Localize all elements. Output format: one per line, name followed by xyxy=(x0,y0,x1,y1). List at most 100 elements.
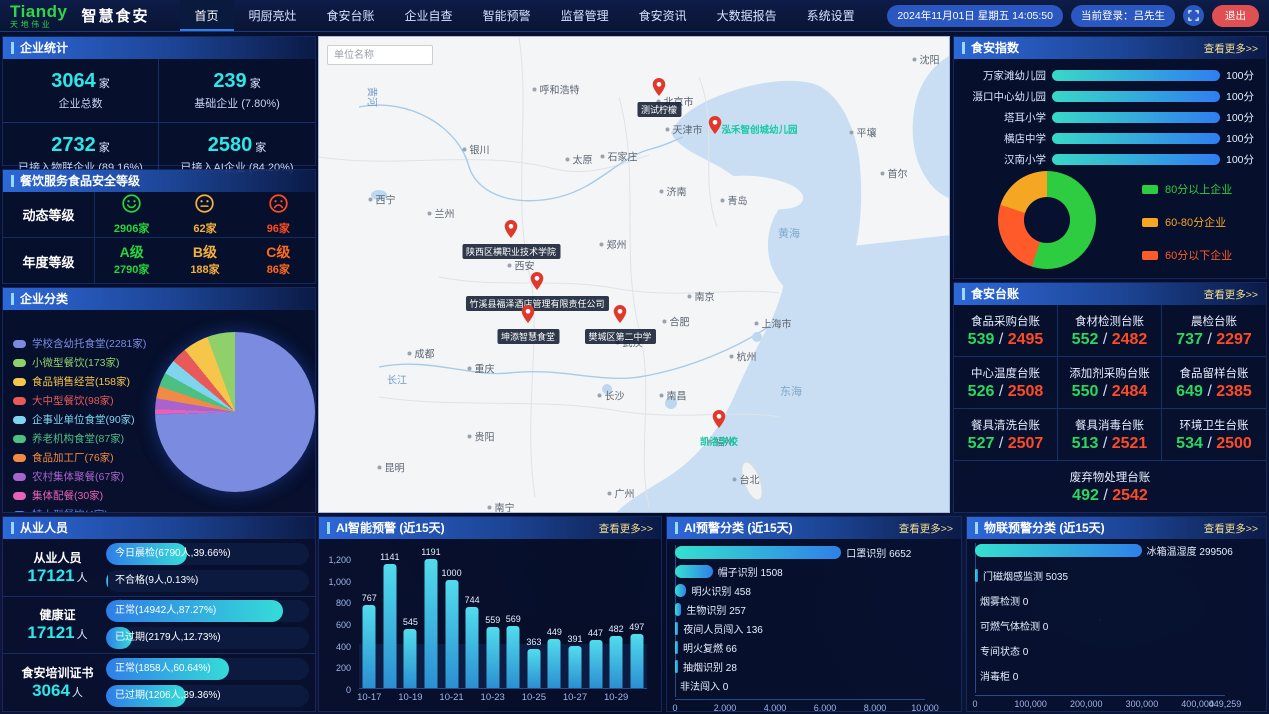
ledger-total-count: 2507 xyxy=(1008,435,1044,452)
hbar-label: 消毒柜 0 xyxy=(980,668,1018,683)
marker-label: 竹溪县福泽酒店管理有限责任公司 xyxy=(465,296,608,311)
view-more-link[interactable]: 查看更多>> xyxy=(1204,521,1258,536)
map-city: 成都 xyxy=(408,346,435,361)
legend-item[interactable]: 养老机构食堂(87家) xyxy=(13,429,146,448)
legend-item[interactable]: 食品销售经营(158家) xyxy=(13,372,146,391)
ledger-cell: 环境卫生台账534 / 2500 xyxy=(1162,409,1266,461)
map-marker[interactable]: 陕西区横职业技术学院 xyxy=(505,220,518,243)
map-marker[interactable]: 凯洛学校 xyxy=(713,410,726,433)
ledger-cell: 餐具清洗台账527 / 2507 xyxy=(954,409,1058,461)
donut-legend-item[interactable]: 80分以上企业 xyxy=(1142,181,1232,197)
legend-item[interactable]: 农村集体聚餐(67家) xyxy=(13,467,146,486)
river-label: 长江 xyxy=(387,372,407,387)
category-pie-chart xyxy=(155,332,315,492)
legend-item[interactable]: 集体配餐(30家) xyxy=(13,486,146,505)
view-more-link[interactable]: 查看更多>> xyxy=(1204,287,1258,302)
nav-tab-9[interactable]: 系统设置 xyxy=(792,0,870,31)
bar-slot: 744 xyxy=(462,559,483,688)
bar-value-label: 767 xyxy=(362,593,377,603)
view-more-link[interactable]: 查看更多>> xyxy=(899,521,953,536)
legend-item[interactable]: 企事业单位食堂(90家) xyxy=(13,410,146,429)
map-city: 重庆 xyxy=(468,361,495,376)
nav-tab-6[interactable]: 监督管理 xyxy=(546,0,624,31)
city-label: 南京 xyxy=(695,289,715,304)
map-marker[interactable]: 樊城区第二中学 xyxy=(614,305,627,328)
fullscreen-button[interactable] xyxy=(1183,5,1204,26)
school-name: 滠口中心幼儿园 xyxy=(962,89,1046,104)
legend-item[interactable]: 大中型餐饮(98家) xyxy=(13,391,146,410)
legend-item[interactable]: 特大型餐饮(4家) xyxy=(13,505,146,512)
legend-swatch xyxy=(1142,185,1158,194)
city-label: 兰州 xyxy=(435,206,455,221)
map-city: 青岛 xyxy=(721,193,748,208)
pin-glyph xyxy=(531,277,544,294)
ledger-cell: 晨检台账737 / 2297 xyxy=(1162,305,1266,357)
legend-item[interactable]: 小微型餐饮(173家) xyxy=(13,353,146,372)
bar-slot: 497 xyxy=(626,559,647,688)
staff-unit: 人 xyxy=(77,572,88,584)
city-label: 台北 xyxy=(740,472,760,487)
city-dot xyxy=(663,319,667,323)
bar-slot: 447 xyxy=(585,559,606,688)
hbar-label: 可燃气体检测 0 xyxy=(980,618,1048,633)
ledger-cell: 餐具消毒台账513 / 2521 xyxy=(1058,409,1162,461)
map-marker[interactable]: 竹溪县福泽酒店管理有限责任公司 xyxy=(531,272,544,295)
hbar-label: 冰箱温湿度 299506 xyxy=(1147,543,1233,558)
legend-item[interactable]: 学校含幼托食堂(2281家) xyxy=(13,334,146,353)
nav-tab-4[interactable]: 企业自查 xyxy=(390,0,468,31)
ledger-label: 废弃物处理台账 xyxy=(1070,469,1151,485)
search-input[interactable] xyxy=(327,45,433,65)
view-more-link[interactable]: 查看更多>> xyxy=(1204,41,1258,56)
map-city: 郑州 xyxy=(600,237,627,252)
donut-legend-item[interactable]: 60-80分企业 xyxy=(1142,214,1232,230)
nav-tab-3[interactable]: 食安台账 xyxy=(312,0,390,31)
y-axis: 1,2001,0008006004002000 xyxy=(319,559,355,689)
city-dot xyxy=(378,465,382,469)
hbar-row: 门磁烟感监测 5035 xyxy=(975,568,1068,582)
map-marker[interactable]: 坤添智慧食堂 xyxy=(522,305,535,328)
nav-tab-1[interactable]: 首页 xyxy=(180,0,234,31)
smile-face-icon xyxy=(121,193,142,214)
y-tick: 800 xyxy=(336,598,351,608)
nav-tab-2[interactable]: 明厨亮灶 xyxy=(234,0,312,31)
stat-cell: 3064家企业总数 xyxy=(3,59,159,123)
hbar-label: 专间状态 0 xyxy=(980,643,1028,658)
legend-item[interactable]: 食品加工厂(76家) xyxy=(13,448,146,467)
nav-tab-7[interactable]: 食安资讯 xyxy=(624,0,702,31)
nav-tab-8[interactable]: 大数据报告 xyxy=(702,0,792,31)
legend-swatch xyxy=(1142,251,1158,260)
city-label: 重庆 xyxy=(475,361,495,376)
level-count: 86家 xyxy=(267,261,290,277)
view-more-link[interactable]: 查看更多>> xyxy=(599,521,653,536)
ledger-total-count: 2542 xyxy=(1112,487,1148,504)
map-city: 首尔 xyxy=(881,166,908,181)
map-marker[interactable]: 泓禾智创城幼儿园 xyxy=(709,116,722,139)
china-map[interactable]: 沈阳呼和浩特北京市天津市平壤首尔银川石家庄太原济南青岛西宁兰州郑州西安南京合肥上… xyxy=(318,36,950,513)
bar-value-label: 569 xyxy=(506,614,521,624)
progress-fill xyxy=(106,570,108,592)
logout-button[interactable]: 退出 xyxy=(1212,5,1259,27)
ledger-values: 552 / 2482 xyxy=(1072,331,1148,349)
index-bar-track xyxy=(1052,70,1220,81)
bar-value-label: 363 xyxy=(526,637,541,647)
ledger-label: 餐具消毒台账 xyxy=(1075,417,1144,433)
tiandy-logo: Tiandy 天地伟业 xyxy=(10,3,67,29)
nav-tab-5[interactable]: 智能预警 xyxy=(468,0,546,31)
map-city: 银川 xyxy=(463,142,490,157)
x-tick: 10-17 xyxy=(357,692,381,703)
panel-ledger: 食安台账 查看更多>> 食品采购台账539 / 2495食材检测台账552 / … xyxy=(953,282,1267,513)
map-city: 兰州 xyxy=(428,206,455,221)
ledger-values: 649 / 2385 xyxy=(1176,383,1252,401)
panel-title: 物联预警分类 (近15天) xyxy=(975,522,1105,534)
city-dot xyxy=(721,198,725,202)
staff-bars: 今日晨检(6790人,39.66%)不合格(9人,0.13%) xyxy=(106,543,309,592)
hbar-label: 明火复燃 66 xyxy=(683,640,737,655)
staff-row: 食安培训证书3064人正常(1858人,60.64%)已过期(1206人,39.… xyxy=(3,654,315,711)
donut-legend-item[interactable]: 60分以下企业 xyxy=(1142,247,1232,263)
x-tick: 10-29 xyxy=(604,692,628,703)
map-marker[interactable]: 测试柠檬 xyxy=(653,78,666,101)
level-count: 96家 xyxy=(267,220,290,236)
stat-value: 2732家 xyxy=(51,135,110,155)
top-header: Tiandy 天地伟业 智慧食安 首页明厨亮灶食安台账企业自查智能预警监督管理食… xyxy=(0,0,1269,32)
stat-value: 239家 xyxy=(213,71,260,91)
